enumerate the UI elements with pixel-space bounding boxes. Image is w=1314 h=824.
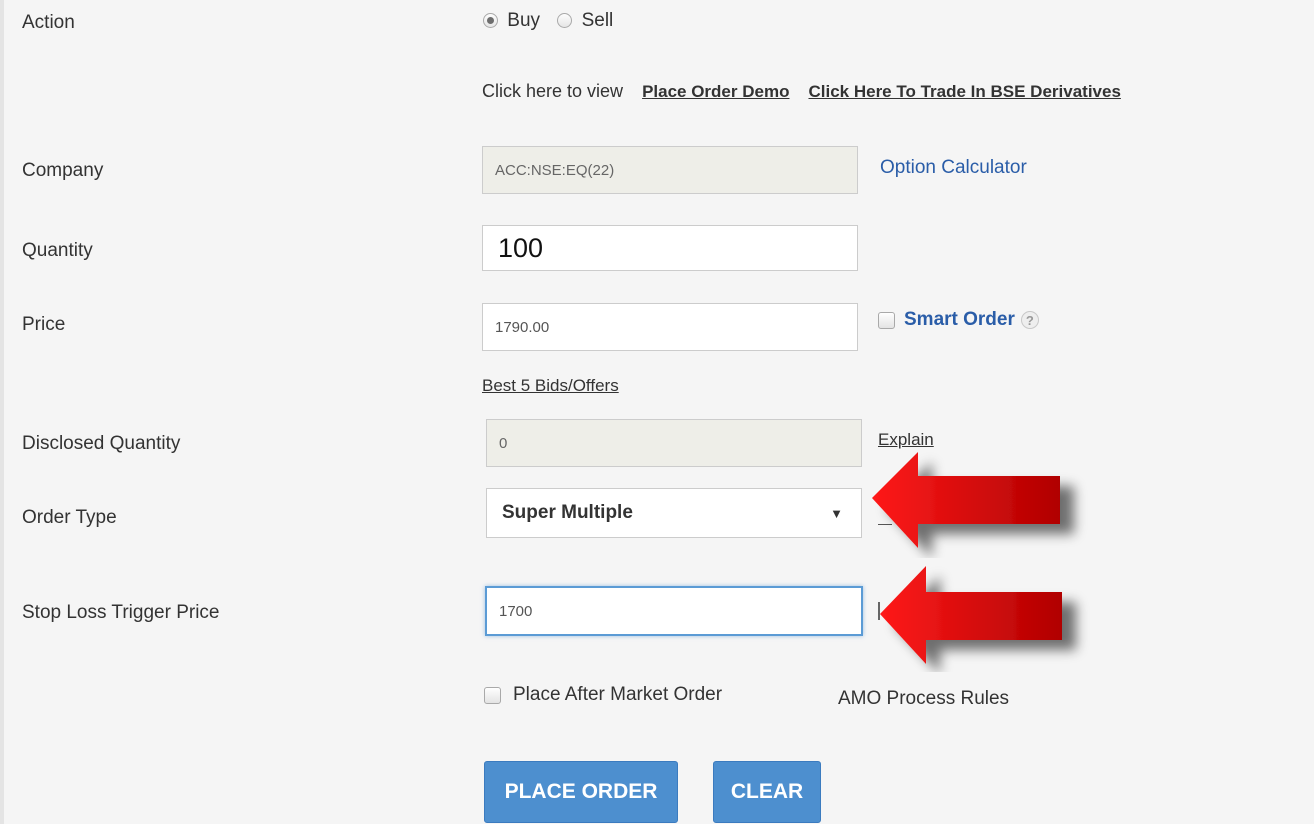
price-label: Price <box>22 314 66 335</box>
stop-loss-label: Stop Loss Trigger Price <box>22 602 220 623</box>
view-prefix-text: Click here to view <box>482 81 624 101</box>
quantity-input[interactable]: 100 <box>482 225 858 271</box>
quantity-label: Quantity <box>22 240 93 261</box>
disclosed-quantity-value: 0 <box>499 434 508 452</box>
order-type-select[interactable]: Super Multiple ▼ <box>486 488 862 538</box>
amo-checkbox[interactable] <box>484 686 501 704</box>
smart-order-label[interactable]: Smart Order <box>904 309 1015 331</box>
buy-label[interactable]: Buy <box>507 10 540 31</box>
stop-loss-input[interactable]: 1700 <box>485 586 863 636</box>
buy-radio[interactable] <box>483 13 498 28</box>
company-field: ACC:NSE:EQ(22) <box>482 146 858 194</box>
sell-radio[interactable] <box>557 13 573 28</box>
action-label: Action <box>22 12 75 33</box>
clear-button[interactable]: CLEAR <box>713 761 821 823</box>
smart-order-group: Smart Order ? <box>878 309 1039 331</box>
amo-label[interactable]: Place After Market Order <box>513 684 722 706</box>
place-order-demo-link[interactable]: Place Order Demo <box>642 82 789 101</box>
smart-order-checkbox[interactable] <box>878 311 895 329</box>
red-arrow-annotation-1 <box>872 452 1060 548</box>
bse-derivatives-link[interactable]: Click Here To Trade In BSE Derivatives <box>808 82 1120 101</box>
help-icon[interactable]: ? <box>1020 311 1039 329</box>
price-value: 1790.00 <box>495 318 550 336</box>
disclosed-quantity-field: 0 <box>486 419 862 467</box>
option-calculator-link[interactable]: Option Calculator <box>880 157 1027 179</box>
sell-label[interactable]: Sell <box>582 10 614 31</box>
place-order-button[interactable]: PLACE ORDER <box>484 761 678 823</box>
amo-group: Place After Market Order <box>484 684 722 706</box>
amo-rules-link[interactable]: AMO Process Rules <box>838 688 1009 710</box>
price-input[interactable]: 1790.00 <box>482 303 858 351</box>
quantity-value: 100 <box>498 232 544 263</box>
stop-loss-value: 1700 <box>499 602 533 620</box>
chevron-down-icon: ▼ <box>830 505 843 521</box>
company-value: ACC:NSE:EQ(22) <box>495 161 615 179</box>
best-bids-link[interactable]: Best 5 Bids/Offers <box>482 376 619 396</box>
disclosed-quantity-label: Disclosed Quantity <box>22 433 181 454</box>
explain-link[interactable]: Explain <box>878 430 934 450</box>
order-type-selected: Super Multiple <box>502 502 633 523</box>
order-type-label: Order Type <box>22 507 117 528</box>
company-label: Company <box>22 160 104 181</box>
left-border <box>0 0 4 824</box>
links-row: Click here to view Place Order Demo Clic… <box>482 81 1121 102</box>
red-arrow-annotation-2 <box>880 566 1062 664</box>
action-radio-group: Buy Sell <box>483 10 613 32</box>
